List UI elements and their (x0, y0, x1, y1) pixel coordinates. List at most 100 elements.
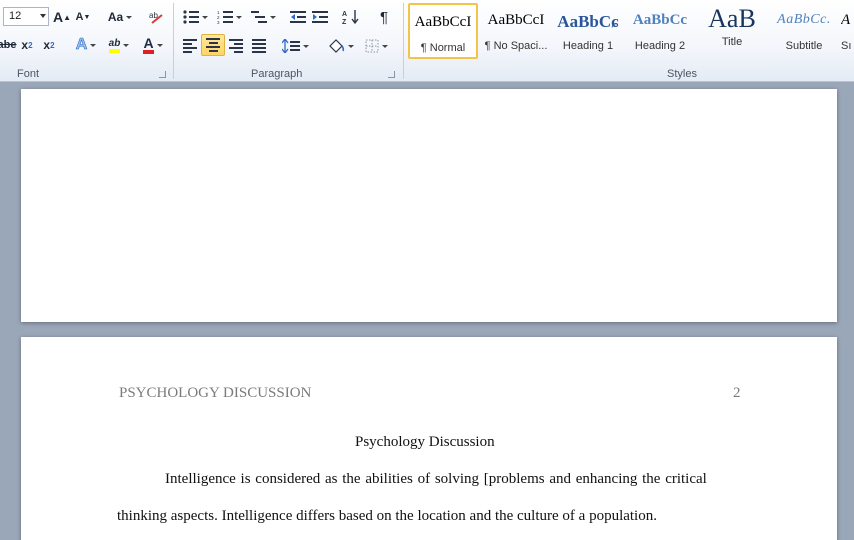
justify-button[interactable] (249, 35, 269, 57)
style-name: Subtitle (785, 40, 823, 52)
align-left-icon (183, 39, 197, 53)
style-no-spacing[interactable]: AaBbCcI ¶ No Spaci... (481, 3, 551, 59)
font-size-combo[interactable]: 12 (3, 7, 49, 26)
style-sample: AaBbCcI (414, 14, 472, 30)
page-number[interactable]: 2 (733, 385, 741, 402)
highlight-label: ab (108, 38, 121, 53)
multilevel-list-icon (250, 11, 267, 23)
document-title[interactable]: Psychology Discussion (355, 434, 495, 451)
document-page-1[interactable] (21, 89, 837, 322)
clear-formatting-button[interactable]: ab (146, 6, 166, 28)
borders-button[interactable] (360, 35, 392, 57)
svg-text:3: 3 (217, 20, 220, 24)
style-heading-2[interactable]: AaBbCc Heading 2 (625, 3, 695, 59)
font-group-label: Font (17, 68, 40, 80)
bullets-button[interactable] (180, 6, 210, 28)
align-center-button[interactable] (201, 34, 225, 56)
strikethrough-label: abe (0, 39, 17, 51)
numbering-button[interactable]: 123 (214, 6, 244, 28)
paint-bucket-icon (328, 39, 344, 53)
show-formatting-button[interactable]: ¶ (374, 6, 394, 28)
chevron-down-icon (347, 44, 354, 48)
ribbon: 12 A ▲ A ▼ Aa ab abe x2 x2 A ab A Font 1… (0, 0, 854, 82)
chevron-down-icon (235, 15, 242, 19)
align-left-button[interactable] (180, 35, 200, 57)
clear-formatting-icon: ab (149, 11, 163, 24)
paragraph-dialog-launcher-icon[interactable] (388, 71, 395, 78)
chevron-down-icon (302, 44, 309, 48)
style-heading-1[interactable]: AaBbCɕ Heading 1 (553, 3, 623, 59)
justify-icon (252, 39, 266, 53)
shading-button[interactable] (324, 35, 356, 57)
bullet-list-icon (182, 10, 199, 24)
style-sample: AaBbCc (632, 12, 688, 28)
change-case-label: Aa (107, 10, 124, 24)
align-right-icon (229, 39, 243, 53)
body-line-1[interactable]: Intelligence is considered as the abilit… (165, 471, 707, 488)
styles-group-label: Styles (667, 68, 697, 80)
increase-indent-icon (312, 11, 328, 23)
font-group: 12 A ▲ A ▼ Aa ab abe x2 x2 A ab A Font (0, 0, 172, 82)
style-title[interactable]: AaB Title (697, 3, 767, 59)
chevron-down-icon (381, 44, 388, 48)
style-name: ¶ Normal (420, 42, 466, 54)
font-color-button[interactable]: A (138, 34, 168, 56)
strikethrough-button[interactable]: abe (0, 34, 17, 56)
chevron-down-icon (201, 15, 208, 19)
subscript-button[interactable]: x2 (18, 34, 36, 56)
chevron-down-icon (90, 43, 97, 47)
pilcrow-icon: ¶ (379, 8, 389, 26)
superscript-button[interactable]: x2 (40, 34, 58, 56)
svg-text:Z: Z (342, 19, 347, 25)
style-subtitle[interactable]: AaBbCc. Subtitle (769, 3, 839, 59)
running-head[interactable]: PSYCHOLOGY DISCUSSION (119, 385, 311, 402)
sort-button[interactable]: AZ (340, 6, 362, 28)
chevron-down-icon (123, 43, 130, 47)
style-name: ¶ No Spaci... (484, 40, 548, 52)
change-case-button[interactable]: Aa (106, 6, 134, 28)
shrink-font-button[interactable]: A ▼ (75, 6, 91, 28)
borders-icon (365, 39, 378, 53)
increase-indent-button[interactable] (310, 6, 330, 28)
grow-font-label: A (52, 9, 64, 25)
style-normal[interactable]: AaBbCcI ¶ Normal (408, 3, 478, 59)
subscript-label: x (21, 38, 29, 52)
body-line-2[interactable]: thinking aspects. Intelligence differs b… (117, 508, 657, 525)
align-center-icon (206, 38, 220, 52)
style-sample: AaBbCɕ (557, 12, 619, 31)
paragraph-group-label: Paragraph (251, 68, 303, 80)
line-spacing-button[interactable] (280, 35, 310, 57)
style-name: Heading 2 (634, 40, 686, 52)
style-sample: AaB (708, 4, 756, 33)
style-sample: A (841, 12, 851, 28)
text-effects-label: A (75, 36, 88, 54)
chevron-down-icon (156, 43, 163, 47)
style-sample: AaBbCc. (777, 12, 831, 27)
chevron-down-icon[interactable] (40, 14, 46, 18)
chevron-down-icon (126, 15, 133, 19)
align-right-button[interactable] (226, 35, 246, 57)
highlight-button[interactable]: ab (104, 34, 134, 56)
shrink-font-label: A (75, 11, 84, 23)
svg-text:A: A (342, 11, 347, 18)
sort-icon: AZ (342, 10, 359, 25)
styles-group: AaBbCcI ¶ Normal AaBbCcI ¶ No Spaci... A… (404, 0, 854, 82)
text-effects-button[interactable]: A (72, 34, 100, 56)
multilevel-list-button[interactable] (248, 6, 278, 28)
decrease-indent-button[interactable] (288, 6, 308, 28)
chevron-down-icon (269, 15, 276, 19)
numbered-list-icon: 123 (217, 10, 233, 24)
line-spacing-icon (281, 39, 300, 53)
superscript-label: x (43, 38, 51, 52)
style-sample: AaBbCcI (487, 12, 545, 28)
paragraph-group: 123 AZ ¶ Paragraph (174, 0, 402, 82)
font-color-label: A (143, 36, 154, 54)
style-name: Sı (841, 40, 852, 52)
style-name: Heading 1 (562, 40, 614, 52)
document-page-2[interactable]: PSYCHOLOGY DISCUSSION 2 Psychology Discu… (21, 337, 837, 540)
decrease-indent-icon (290, 11, 306, 23)
style-next[interactable]: A Sı (841, 3, 854, 59)
font-dialog-launcher-icon[interactable] (159, 71, 166, 78)
grow-font-button[interactable]: A ▲ (53, 6, 71, 28)
style-name: Title (721, 36, 743, 48)
